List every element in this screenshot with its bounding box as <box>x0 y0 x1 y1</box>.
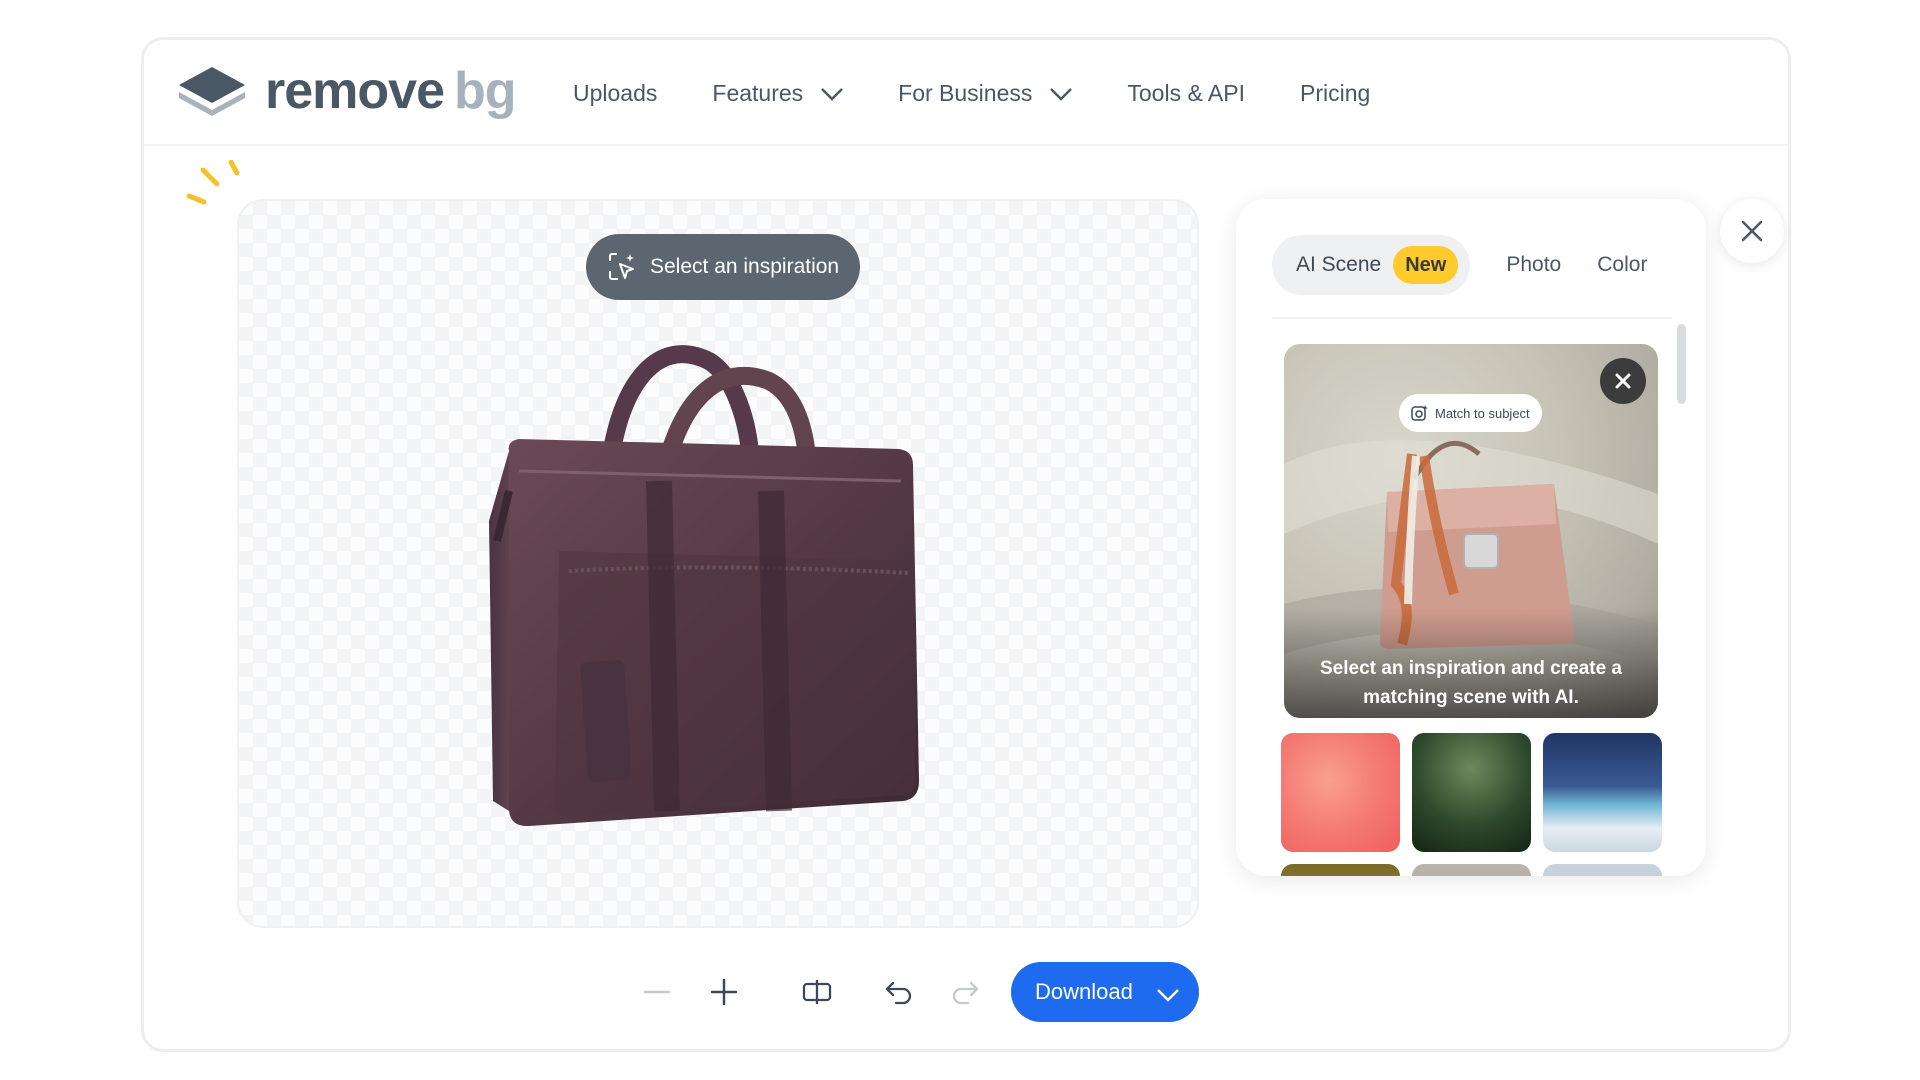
sparkle-cursor-icon <box>609 253 634 280</box>
background-panel: AI Scene New Photo Color Match to subjec… <box>1236 199 1706 876</box>
nav-item-uploads[interactable]: Uploads <box>573 80 657 107</box>
thumbnail-iceberg[interactable] <box>1543 733 1662 852</box>
top-header: remove bg Uploads Features For Business T… <box>144 40 1788 146</box>
tab-photo[interactable]: Photo <box>1506 253 1561 277</box>
nav-item-label: Uploads <box>573 79 658 106</box>
zoom-out-button[interactable] <box>632 962 682 1022</box>
compare-button[interactable] <box>792 962 842 1022</box>
redo-button[interactable] <box>940 962 990 1022</box>
tab-ai-scene[interactable]: AI Scene New <box>1272 235 1471 295</box>
nav-item-features[interactable]: Features <box>712 79 844 107</box>
plus-icon <box>711 979 737 1005</box>
logo-text-secondary: bg <box>454 62 517 120</box>
match-subject-icon <box>1411 405 1428 421</box>
thumbnail-sunset-tree[interactable] <box>1281 864 1400 876</box>
nav-item-for-business[interactable]: For Business <box>898 79 1073 107</box>
panel-scrollbar[interactable] <box>1677 324 1686 404</box>
select-inspiration-button[interactable]: Select an inspiration <box>586 234 860 300</box>
logo-text: remove bg <box>265 62 517 120</box>
thumbnail-green-foliage[interactable] <box>1412 733 1531 852</box>
logo[interactable]: remove bg <box>177 62 517 120</box>
chevron-down-icon <box>1050 80 1073 107</box>
nav-item-label: Tools & API <box>1127 79 1245 106</box>
logo-stack-icon <box>179 67 245 116</box>
close-icon <box>1741 220 1763 242</box>
undo-button[interactable] <box>874 962 924 1022</box>
new-badge: New <box>1393 246 1459 284</box>
download-label: Download <box>1035 979 1133 1004</box>
hero-caption: Select an inspiration and create a match… <box>1284 608 1658 718</box>
select-inspiration-label: Select an inspiration <box>650 255 840 278</box>
download-button[interactable]: Download <box>1011 962 1199 1022</box>
minus-icon <box>644 990 670 994</box>
thumbnail-grey-stone[interactable] <box>1412 864 1531 876</box>
chevron-down-icon <box>821 80 844 107</box>
bottom-toolbar: Download <box>0 962 1920 1022</box>
logo-text-primary: remove <box>265 62 445 120</box>
tabs-divider <box>1272 317 1672 319</box>
product-bag-image <box>489 345 919 827</box>
nav-item-pricing[interactable]: Pricing <box>1300 80 1370 107</box>
main-nav: Uploads Features For Business Tools & AP… <box>573 40 1425 146</box>
undo-icon <box>885 981 912 1005</box>
tab-color[interactable]: Color <box>1597 253 1647 277</box>
nav-item-label: For Business <box>898 79 1033 106</box>
nav-item-label: Features <box>712 79 804 106</box>
hero-close-button[interactable] <box>1600 358 1646 404</box>
tab-label: AI Scene <box>1296 253 1382 276</box>
match-to-subject-chip[interactable]: Match to subject <box>1399 394 1542 432</box>
ai-scene-hero-card: Match to subject Select an inspiration a… <box>1284 344 1658 718</box>
image-canvas[interactable]: Select an inspiration <box>237 199 1199 928</box>
redo-icon <box>952 981 979 1005</box>
nav-item-tools-api[interactable]: Tools & API <box>1127 80 1245 107</box>
zoom-in-button[interactable] <box>699 962 749 1022</box>
thumbnail-pink-clouds[interactable] <box>1281 733 1400 852</box>
thumbnail-window-interior[interactable] <box>1543 864 1662 876</box>
sparkle-decoration-icon <box>186 160 240 205</box>
nav-item-label: Pricing <box>1300 79 1371 106</box>
close-icon <box>1615 373 1631 389</box>
match-to-subject-label: Match to subject <box>1435 405 1530 421</box>
close-panel-button[interactable] <box>1720 199 1784 263</box>
compare-icon <box>802 980 832 1004</box>
background-tabs: AI Scene New Photo Color <box>1272 235 1647 295</box>
chevron-down-icon[interactable] <box>1157 982 1179 1008</box>
